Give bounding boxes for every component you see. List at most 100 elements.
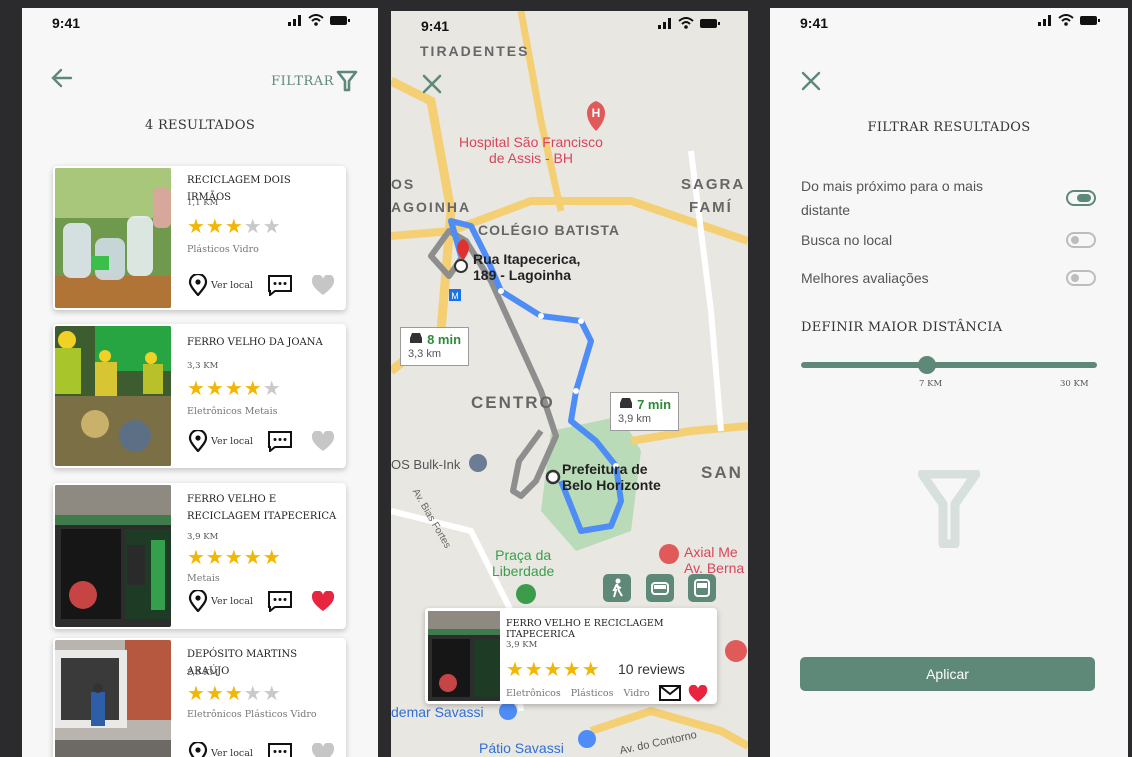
toggle-local-search[interactable] <box>1066 232 1096 248</box>
bus-mode-button[interactable] <box>688 574 716 602</box>
back-arrow-icon[interactable] <box>50 66 74 90</box>
signal-icon <box>658 18 671 29</box>
toggle-best-rated[interactable] <box>1066 270 1096 286</box>
map-label-tiradentes: TIRADENTES <box>420 43 530 59</box>
see-location-link[interactable]: Ver local <box>211 280 253 291</box>
eta-alternative[interactable]: 8 min 3,3 km <box>400 327 470 366</box>
status-bar: 9:41 <box>770 8 1128 38</box>
card-actions: Ver local <box>188 742 335 757</box>
card-categories: Eletrônicos Metais <box>187 406 278 417</box>
wifi-icon <box>308 14 324 26</box>
result-card[interactable]: FERRO VELHO DA JOANA 3,3 KM ★★★★★ Eletrô… <box>53 324 346 468</box>
car-icon <box>620 398 632 408</box>
results-count: 4 RESULTADOS <box>144 118 256 133</box>
rating-stars: ★★★★★ <box>187 684 282 704</box>
mail-icon[interactable] <box>659 685 681 701</box>
card-actions: Ver local <box>188 430 335 452</box>
filter-button-label[interactable]: FILTRAR <box>271 74 334 89</box>
filter-icon <box>918 470 980 548</box>
map-label-agoinha: AGOINHA <box>391 199 472 215</box>
chat-icon[interactable] <box>267 430 293 452</box>
reviews-count[interactable]: 10 reviews <box>618 661 685 677</box>
favorite-heart-icon[interactable] <box>311 590 335 612</box>
card-actions: Ver local <box>188 274 335 296</box>
signal-icon <box>288 15 301 26</box>
location-pin-icon[interactable] <box>188 590 208 612</box>
bus-icon <box>694 579 710 597</box>
option-label: Busca no local <box>801 232 893 248</box>
star-empty-icon: ★★ <box>243 683 282 705</box>
toggle-knob <box>1071 236 1079 244</box>
car-mode-button[interactable] <box>646 574 674 602</box>
filter-title: FILTRAR RESULTADOS <box>867 120 1031 135</box>
card-categories: Eletrônicos Plásticos Vidro <box>187 709 317 720</box>
distance-slider-handle[interactable] <box>918 356 936 374</box>
eta-main-distance: 3,9 km <box>618 413 652 425</box>
eta-alt-distance: 3,3 km <box>408 348 442 360</box>
location-pin-icon[interactable] <box>188 274 208 296</box>
result-card[interactable]: RECICLAGEM DOIS IRMÃOS 1,1 KM ★★★★★ Plás… <box>53 166 346 310</box>
scrapyard-storefront-photo <box>55 485 171 627</box>
star-icon: ★★★ <box>187 683 244 705</box>
star-icon: ★★★★ <box>187 378 263 400</box>
chat-icon[interactable] <box>267 742 293 757</box>
chat-icon[interactable] <box>267 274 293 296</box>
toggle-knob <box>1071 274 1079 282</box>
filter-icon[interactable] <box>336 70 358 92</box>
eta-main-time: 7 min <box>637 397 672 412</box>
battery-icon <box>330 15 350 25</box>
scrap-workers-photo <box>55 326 171 466</box>
signal-icon <box>1038 15 1051 26</box>
battery-icon <box>700 18 720 28</box>
map-label-prefeitura: Prefeitura de Belo Horizonte <box>562 461 661 493</box>
map-label-colegio: COLÉGIO BATISTA <box>478 222 621 238</box>
battery-icon <box>1080 15 1100 25</box>
map-label-san: SAN <box>701 463 743 482</box>
walk-mode-button[interactable] <box>603 574 631 602</box>
star-icon: ★★★★★ <box>187 547 282 569</box>
status-icons <box>658 17 720 29</box>
toggle-nearest[interactable] <box>1066 190 1096 206</box>
location-pin-icon[interactable] <box>188 430 208 452</box>
close-icon[interactable] <box>800 70 822 92</box>
status-time: 9:41 <box>52 15 81 31</box>
distance-max: 30 KM <box>1060 379 1089 389</box>
filter-screen: 9:41 FILTRAR RESULTADOS Do mais próximo … <box>770 8 1128 757</box>
result-card[interactable]: DEPÓSITO MARTINS ARAÚJO 2,5 KM ★★★★★ Ele… <box>53 638 346 757</box>
category-tag: Plásticos <box>570 688 614 699</box>
map-label-centro: CENTRO <box>471 393 555 412</box>
apply-button[interactable]: Aplicar <box>800 657 1095 691</box>
location-pin-icon[interactable] <box>188 742 208 757</box>
map-label-bulkink: OS Bulk-Ink <box>391 457 461 472</box>
eta-alt-time: 8 min <box>427 332 462 347</box>
status-icons <box>288 14 350 26</box>
rating-stars: ★★★★★ <box>187 217 282 237</box>
car-icon <box>410 333 422 343</box>
status-bar: 9:41 <box>391 11 748 41</box>
card-name: FERRO VELHO E RECICLAGEM ITAPECERICA <box>187 494 337 522</box>
results-screen: 9:41 FILTRAR 4 RESULTADOS RECICLAGEM DOI… <box>22 8 378 757</box>
map-label-axial: Axial Me Av. Berna <box>684 544 745 576</box>
selected-place-card[interactable]: FERRO VELHO E RECICLAGEM ITAPECERICA 3,9… <box>425 608 717 704</box>
svg-text:M: M <box>451 291 459 301</box>
star-empty-icon: ★ <box>262 378 282 400</box>
map-screen: H M 9:41 TIRADENTES Hospital São Francis… <box>391 11 748 757</box>
wifi-icon <box>1058 14 1074 26</box>
distance-slider-track[interactable] <box>801 362 1097 368</box>
favorite-heart-icon[interactable] <box>311 430 335 452</box>
favorite-heart-icon[interactable] <box>688 685 708 703</box>
scrapyard-storefront-photo <box>428 611 500 701</box>
close-icon[interactable] <box>421 73 443 95</box>
result-card[interactable]: FERRO VELHO E RECICLAGEM ITAPECERICA 3,9… <box>53 483 346 629</box>
see-location-link[interactable]: Ver local <box>211 596 253 607</box>
status-time: 9:41 <box>800 15 829 31</box>
see-location-link[interactable]: Ver local <box>211 436 253 447</box>
category-tag: Eletrônicos <box>506 688 561 699</box>
favorite-heart-icon[interactable] <box>311 274 335 296</box>
eta-main[interactable]: 7 min 3,9 km <box>610 392 680 431</box>
rating-stars: ★★★★★ <box>506 660 601 680</box>
chat-icon[interactable] <box>267 590 293 612</box>
option-label: Melhores avaliações <box>801 270 929 286</box>
see-location-link[interactable]: Ver local <box>211 748 253 757</box>
favorite-heart-icon[interactable] <box>311 742 335 757</box>
